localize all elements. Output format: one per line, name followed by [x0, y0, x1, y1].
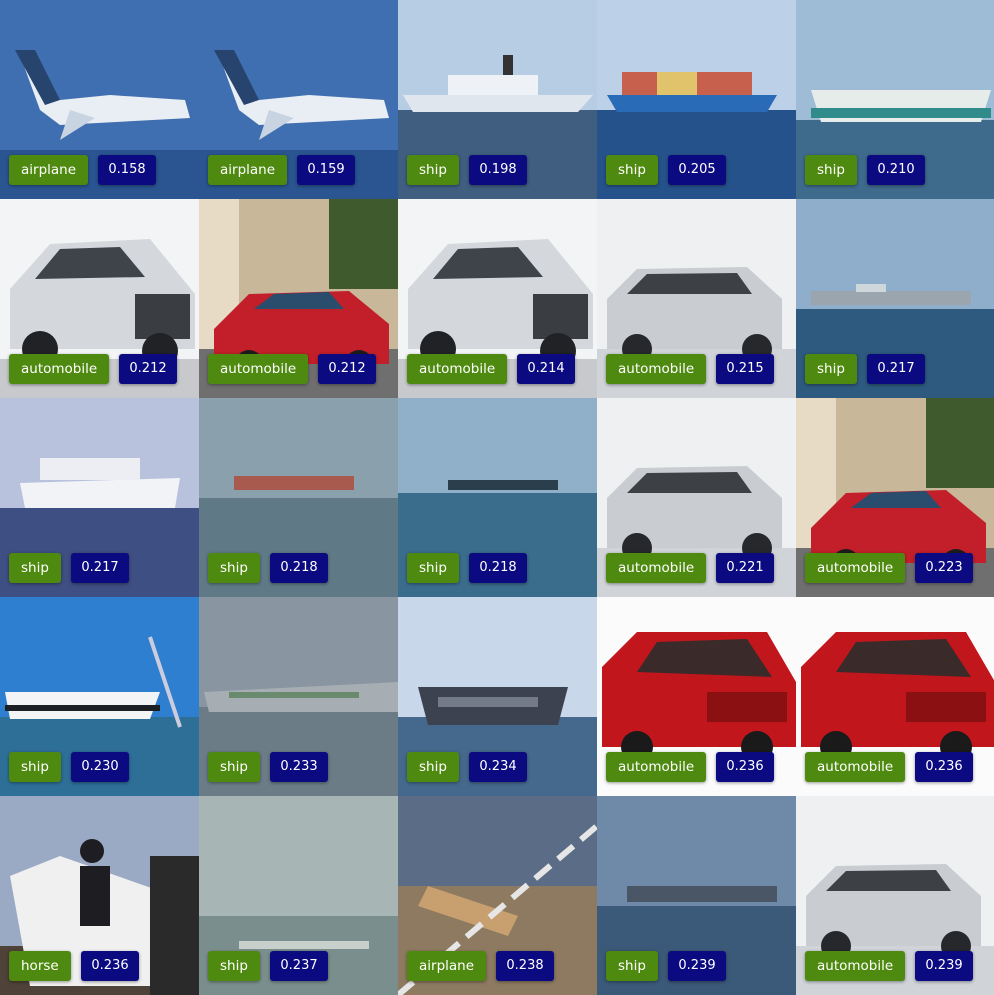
class-label-badge: ship: [407, 752, 459, 782]
score-badge: 0.236: [716, 752, 774, 782]
class-label-badge: ship: [805, 155, 857, 185]
score-badge: 0.239: [668, 951, 726, 981]
result-tile[interactable]: ship 0.217: [796, 199, 994, 398]
result-grid: airplane 0.158 airplane 0.159 ship 0.198 sh…: [0, 0, 994, 995]
result-tile[interactable]: automobile 0.223: [796, 398, 994, 597]
class-label-badge: ship: [208, 752, 260, 782]
class-label-badge: ship: [805, 354, 857, 384]
class-label-badge: automobile: [606, 354, 707, 384]
class-label-badge: automobile: [805, 752, 906, 782]
class-label-badge: ship: [606, 951, 658, 981]
result-tile[interactable]: ship 0.218: [398, 398, 597, 597]
score-badge: 0.210: [867, 155, 925, 185]
score-badge: 0.223: [915, 553, 973, 583]
class-label-badge: ship: [9, 553, 61, 583]
result-tile[interactable]: ship 0.233: [199, 597, 398, 796]
result-tile[interactable]: ship 0.210: [796, 0, 994, 199]
result-tile[interactable]: automobile 0.236: [796, 597, 994, 796]
result-tile[interactable]: ship 0.198: [398, 0, 597, 199]
score-badge: 0.217: [867, 354, 925, 384]
score-badge: 0.158: [98, 155, 156, 185]
class-label-badge: automobile: [805, 951, 906, 981]
class-label-badge: automobile: [9, 354, 110, 384]
result-tile[interactable]: ship 0.230: [0, 597, 199, 796]
score-badge: 0.230: [71, 752, 129, 782]
class-label-badge: ship: [208, 951, 260, 981]
score-badge: 0.212: [318, 354, 376, 384]
class-label-badge: automobile: [208, 354, 309, 384]
class-label-badge: airplane: [407, 951, 487, 981]
class-label-badge: ship: [606, 155, 658, 185]
result-tile[interactable]: automobile 0.212: [0, 199, 199, 398]
result-tile[interactable]: ship 0.239: [597, 796, 796, 995]
class-label-badge: automobile: [606, 752, 707, 782]
result-tile[interactable]: ship 0.218: [199, 398, 398, 597]
score-badge: 0.237: [270, 951, 328, 981]
score-badge: 0.234: [469, 752, 527, 782]
class-label-badge: horse: [9, 951, 71, 981]
class-label-badge: automobile: [407, 354, 508, 384]
score-badge: 0.236: [81, 951, 139, 981]
result-tile[interactable]: automobile 0.239: [796, 796, 994, 995]
score-badge: 0.233: [270, 752, 328, 782]
class-label-badge: ship: [407, 155, 459, 185]
score-badge: 0.215: [716, 354, 774, 384]
class-label-badge: airplane: [208, 155, 288, 185]
result-tile[interactable]: automobile 0.212: [199, 199, 398, 398]
score-badge: 0.218: [469, 553, 527, 583]
score-badge: 0.218: [270, 553, 328, 583]
score-badge: 0.205: [668, 155, 726, 185]
score-badge: 0.236: [915, 752, 973, 782]
score-badge: 0.214: [517, 354, 575, 384]
class-label-badge: airplane: [9, 155, 89, 185]
score-badge: 0.217: [71, 553, 129, 583]
class-label-badge: automobile: [805, 553, 906, 583]
score-badge: 0.198: [469, 155, 527, 185]
result-tile[interactable]: ship 0.237: [199, 796, 398, 995]
score-badge: 0.239: [915, 951, 973, 981]
result-tile[interactable]: automobile 0.236: [597, 597, 796, 796]
result-tile[interactable]: horse 0.236: [0, 796, 199, 995]
score-badge: 0.212: [119, 354, 177, 384]
score-badge: 0.159: [297, 155, 355, 185]
result-tile[interactable]: ship 0.205: [597, 0, 796, 199]
result-tile[interactable]: automobile 0.215: [597, 199, 796, 398]
result-tile[interactable]: automobile 0.221: [597, 398, 796, 597]
score-badge: 0.221: [716, 553, 774, 583]
class-label-badge: automobile: [606, 553, 707, 583]
class-label-badge: ship: [208, 553, 260, 583]
score-badge: 0.238: [496, 951, 554, 981]
result-tile[interactable]: ship 0.234: [398, 597, 597, 796]
result-tile[interactable]: automobile 0.214: [398, 199, 597, 398]
class-label-badge: ship: [9, 752, 61, 782]
class-label-badge: ship: [407, 553, 459, 583]
result-tile[interactable]: airplane 0.159: [199, 0, 398, 199]
result-tile[interactable]: airplane 0.238: [398, 796, 597, 995]
result-tile[interactable]: ship 0.217: [0, 398, 199, 597]
result-tile[interactable]: airplane 0.158: [0, 0, 199, 199]
